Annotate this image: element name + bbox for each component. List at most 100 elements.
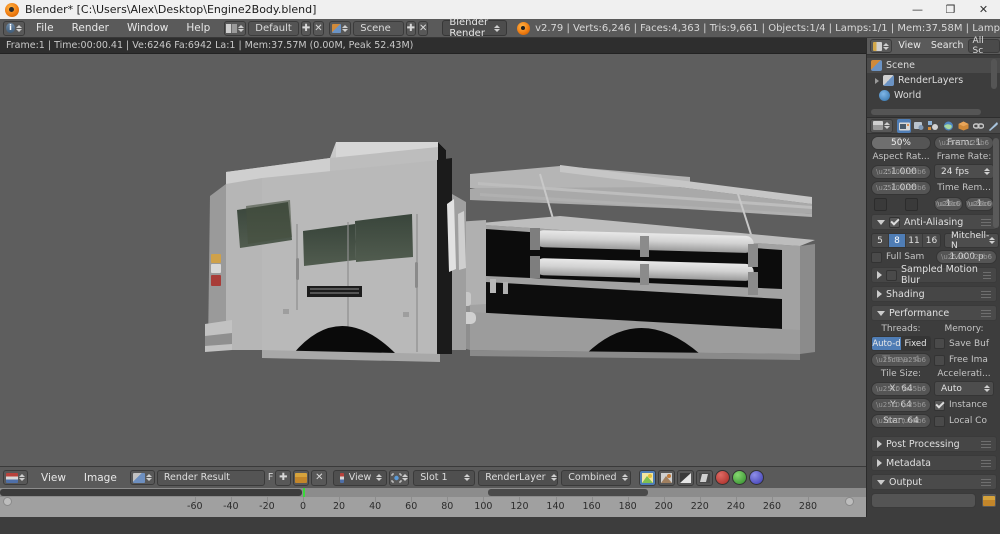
screen-layout-field[interactable]: Default bbox=[248, 20, 299, 36]
properties-tab-world[interactable] bbox=[942, 119, 956, 133]
aa-sample-16[interactable]: 16 bbox=[923, 234, 940, 247]
properties-tab-scene[interactable] bbox=[927, 119, 941, 133]
properties-tab-modifiers[interactable] bbox=[986, 119, 1000, 133]
panel-header-sampled-motion-blur[interactable]: Sampled Motion Blur bbox=[871, 264, 997, 286]
display-color-button[interactable] bbox=[639, 469, 657, 486]
view-mode-dropdown[interactable]: View bbox=[333, 469, 388, 486]
delete-scene-button[interactable]: ✕ bbox=[417, 20, 429, 36]
render-engine-selector[interactable]: Blender Render bbox=[442, 17, 508, 39]
threads-mode-fixed[interactable]: Fixed bbox=[901, 337, 930, 350]
blue-channel-toggle[interactable] bbox=[749, 470, 765, 485]
threads-mode-auto[interactable]: Auto-d bbox=[872, 337, 901, 350]
collapse-triangle-icon[interactable] bbox=[877, 219, 885, 225]
aspect-y-field[interactable]: \u25c0 : 1.000 \u25b6 bbox=[871, 181, 931, 195]
menu-help[interactable]: Help bbox=[177, 19, 219, 38]
frame-rate-dropdown[interactable]: 24 fps bbox=[934, 164, 994, 179]
border-toggle[interactable] bbox=[874, 197, 887, 211]
panel-header-anti-aliasing[interactable]: Anti-Aliasing bbox=[871, 214, 997, 230]
display-alpha-only-button[interactable] bbox=[677, 469, 695, 486]
outliner-display-mode[interactable]: All Sc bbox=[967, 36, 1000, 56]
editor-type-properties-button[interactable] bbox=[870, 118, 893, 133]
open-image-button[interactable] bbox=[293, 469, 310, 486]
menu-window[interactable]: Window bbox=[118, 19, 177, 38]
timeline-handle-right[interactable] bbox=[845, 497, 854, 506]
output-path-browse-button[interactable] bbox=[981, 493, 997, 508]
unlink-image-button[interactable]: ✕ bbox=[311, 469, 328, 486]
properties-tab-constraints[interactable] bbox=[971, 119, 985, 133]
image-browse-button[interactable] bbox=[129, 470, 155, 485]
maximize-button[interactable]: ❐ bbox=[934, 0, 967, 19]
timeline-scroll-track[interactable] bbox=[0, 488, 866, 497]
timeline-scroll-thumb-right[interactable] bbox=[488, 489, 648, 496]
scene-name-field[interactable]: Scene bbox=[353, 20, 404, 36]
timeline-playhead[interactable] bbox=[303, 488, 305, 497]
panel-header-shading[interactable]: Shading bbox=[871, 286, 997, 302]
properties-tab-render[interactable] bbox=[897, 118, 912, 133]
timeline-handle-left[interactable] bbox=[3, 497, 12, 506]
minimize-button[interactable]: — bbox=[901, 0, 934, 19]
editor-type-info-button[interactable]: i bbox=[3, 20, 25, 36]
threads-mode-segmented[interactable]: Auto-d Fixed bbox=[871, 336, 931, 351]
outliner-vertical-scrollbar[interactable] bbox=[991, 59, 997, 89]
crop-toggle[interactable] bbox=[905, 197, 918, 211]
panel-header-output[interactable]: Output bbox=[871, 474, 997, 490]
display-alpha-button[interactable] bbox=[658, 469, 676, 486]
tile-y-field[interactable]: \u25c0 Y: 64 \u25b6 bbox=[871, 398, 931, 412]
timeline-editor[interactable]: -60 -40 -20 0 20 40 60 80 100 120 140 160 180 200 220 2… bbox=[0, 488, 866, 517]
aa-sample-11[interactable]: 11 bbox=[906, 234, 923, 247]
menu-file[interactable]: File bbox=[27, 19, 63, 38]
properties-tab-object[interactable] bbox=[957, 119, 971, 133]
start-resolution-field[interactable]: \u25c0 Star: 64 \u25b6 bbox=[871, 414, 931, 428]
aspect-x-field[interactable]: \u25c0 : 1.000 \u25b6 bbox=[871, 164, 931, 179]
outliner-item-renderlayers[interactable]: RenderLayers bbox=[867, 73, 1000, 88]
image-menu-image[interactable]: Image bbox=[75, 470, 126, 486]
scene-browse-button[interactable] bbox=[329, 20, 352, 36]
editor-type-image-button[interactable] bbox=[3, 470, 28, 485]
motion-blur-checkbox[interactable] bbox=[886, 269, 897, 281]
render-pass-dropdown[interactable]: Combined bbox=[561, 469, 632, 486]
fake-user-toggle[interactable]: F bbox=[268, 472, 273, 483]
resolution-percentage-field[interactable]: 50% bbox=[871, 136, 931, 150]
image-name-field[interactable]: Render Result bbox=[156, 469, 265, 486]
expand-triangle-icon[interactable] bbox=[877, 271, 882, 279]
image-editor-viewport[interactable] bbox=[0, 54, 866, 466]
outliner-horizontal-scrollbar[interactable] bbox=[871, 109, 981, 115]
anti-aliasing-checkbox[interactable] bbox=[889, 216, 900, 228]
expand-triangle-icon[interactable] bbox=[877, 290, 882, 298]
new-image-button[interactable]: ✚ bbox=[275, 469, 292, 486]
frame-start-field[interactable]: \u25c0 Fram: 1 \u25b6 bbox=[934, 136, 994, 150]
render-slot-dropdown[interactable]: Slot 1 bbox=[413, 469, 476, 486]
add-scene-button[interactable]: ✚ bbox=[405, 20, 416, 36]
outliner-item-scene[interactable]: Scene bbox=[867, 58, 1000, 73]
pivot-center-button[interactable] bbox=[389, 469, 410, 486]
timeline-ruler[interactable]: -60 -40 -20 0 20 40 60 80 100 120 140 160 180 200 220 2… bbox=[0, 497, 866, 517]
collapse-triangle-icon[interactable] bbox=[877, 479, 885, 485]
time-remap-new-field[interactable]: \u25c0 1 \u25b6 bbox=[965, 197, 994, 211]
output-path-field[interactable] bbox=[871, 493, 976, 508]
instances-checkbox[interactable] bbox=[934, 399, 945, 411]
add-screen-layout-button[interactable]: ✚ bbox=[300, 20, 312, 36]
close-button[interactable]: ✕ bbox=[967, 0, 1000, 19]
aa-samples-segmented[interactable]: 5 8 11 16 bbox=[871, 233, 941, 248]
aa-filter-size-field[interactable]: \u25c0 1.000 p \u25b6 bbox=[936, 250, 997, 264]
aa-sample-5[interactable]: 5 bbox=[872, 234, 889, 247]
expand-triangle-icon[interactable] bbox=[877, 440, 882, 448]
time-remap-old-field[interactable]: \u25c0 1 \u25b6 bbox=[934, 197, 963, 211]
render-layer-dropdown[interactable]: RenderLayer bbox=[478, 469, 559, 486]
properties-tab-render-layers[interactable] bbox=[912, 119, 926, 133]
timeline-scroll-thumb-left[interactable] bbox=[0, 489, 302, 496]
full-sample-checkbox[interactable] bbox=[871, 251, 882, 263]
editor-type-outliner-button[interactable] bbox=[870, 39, 893, 53]
outliner-tree[interactable]: Scene RenderLayers World bbox=[867, 55, 1000, 117]
left-arrow-icon[interactable]: \u25c0 bbox=[939, 139, 963, 147]
expand-triangle-icon[interactable] bbox=[877, 459, 882, 467]
local-coords-checkbox[interactable] bbox=[934, 415, 945, 427]
panel-header-metadata[interactable]: Metadata bbox=[871, 455, 997, 471]
outliner-menu-view[interactable]: View bbox=[892, 38, 927, 54]
outliner-menu-search[interactable]: Search bbox=[927, 38, 968, 54]
display-zbuffer-button[interactable] bbox=[696, 469, 714, 486]
menu-render[interactable]: Render bbox=[63, 19, 118, 38]
collapse-triangle-icon[interactable] bbox=[877, 310, 885, 316]
outliner-item-world[interactable]: World bbox=[867, 88, 1000, 103]
free-image-textures-checkbox[interactable] bbox=[934, 354, 945, 366]
